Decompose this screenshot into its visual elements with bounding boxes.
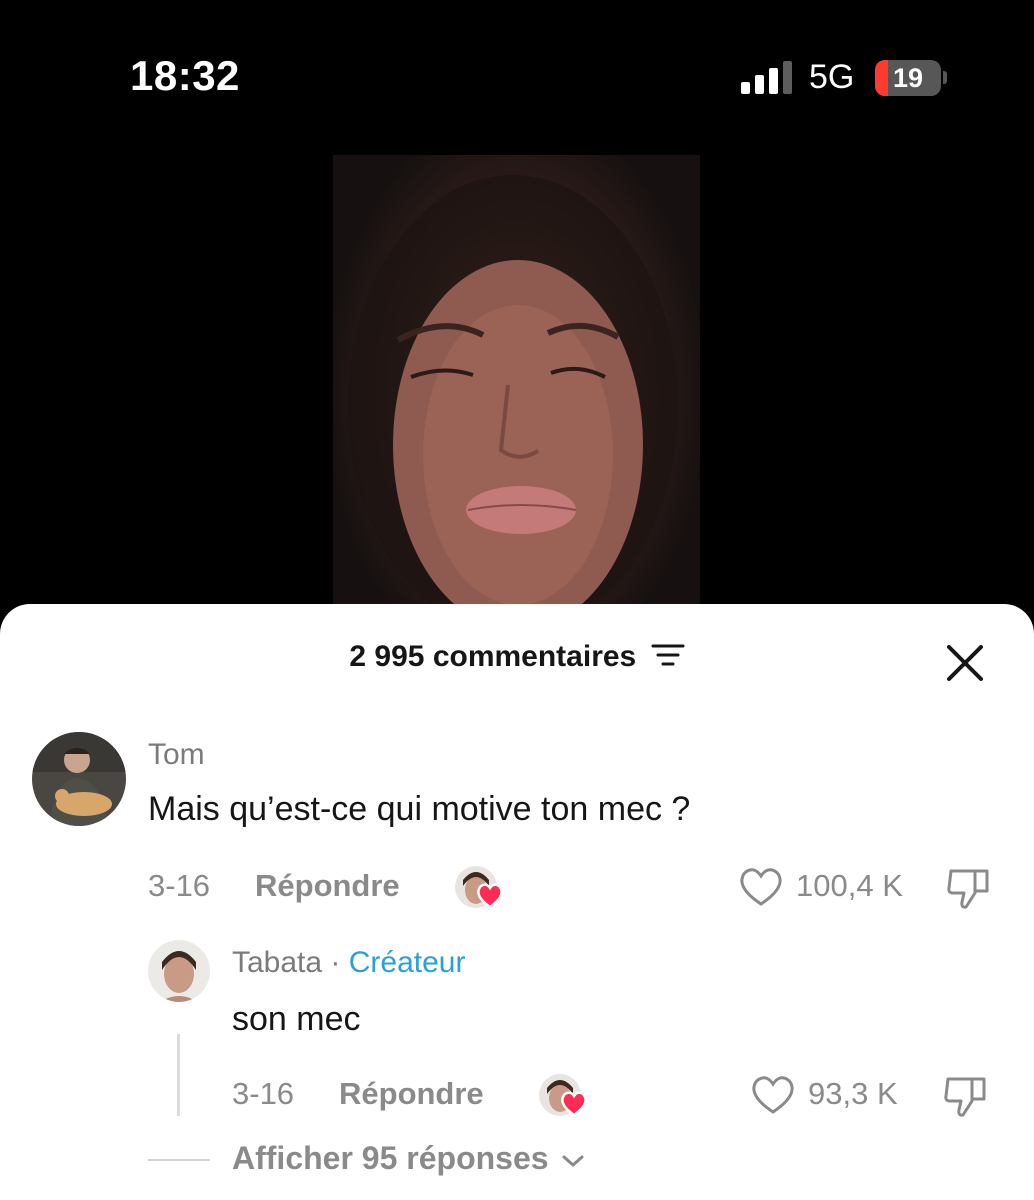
avatar-tabata[interactable] [148,940,210,1002]
comment-username[interactable]: Tom [148,738,205,772]
battery-percent: 19 [892,63,924,93]
creator-badge: Créateur [348,946,466,979]
show-more-replies-label[interactable]: Afficher 95 réponses [232,1140,549,1176]
reply-date: 3-16 [232,1076,295,1111]
reply-button[interactable]: Répondre [255,868,400,904]
battery-tip [943,71,947,84]
reply-likes-count: 93,3 K [808,1076,898,1111]
comment-text: Mais qu’est-ce qui motive ton mec ? [148,790,691,828]
show-more-replies-button[interactable]: Afficher 95 réponses [232,1140,585,1177]
status-time: 18:32 [130,52,240,99]
dislike-icon[interactable] [942,1073,990,1124]
signal-icon [741,60,793,94]
reply-username-text[interactable]: Tabata [232,946,322,979]
close-icon[interactable] [944,642,986,684]
reply-text: son mec [232,1000,361,1038]
heart-icon[interactable] [738,867,784,912]
video-face-image [348,175,678,615]
avatar-tom[interactable] [32,732,126,826]
heart-icon[interactable] [750,1075,796,1120]
heart-badge-icon [560,1090,588,1121]
chevron-down-icon [562,1155,584,1167]
comments-header: 2 995 commentaires [0,640,1034,675]
status-bar: 18:32 5G 19 [0,0,1034,150]
heart-badge-icon [476,882,504,913]
network-type: 5G [809,58,855,96]
reply-username[interactable]: Tabata · Créateur [232,946,465,980]
battery-icon: 19 [875,60,941,96]
more-replies-line [148,1159,210,1161]
reply-reply-button[interactable]: Répondre [339,1076,484,1112]
filter-icon[interactable] [651,641,685,675]
video-frame[interactable] [333,155,700,615]
username-separator: · [322,946,349,979]
likes-count: 100,4 K [796,868,903,903]
dislike-icon[interactable] [945,865,993,916]
comments-count: 2 995 commentaires [349,640,637,673]
thread-line [177,1034,180,1116]
comments-sheet: 2 995 commentaires Tom Mais qu’est-ce qu… [0,604,1034,1200]
comment-date: 3-16 [148,868,211,903]
